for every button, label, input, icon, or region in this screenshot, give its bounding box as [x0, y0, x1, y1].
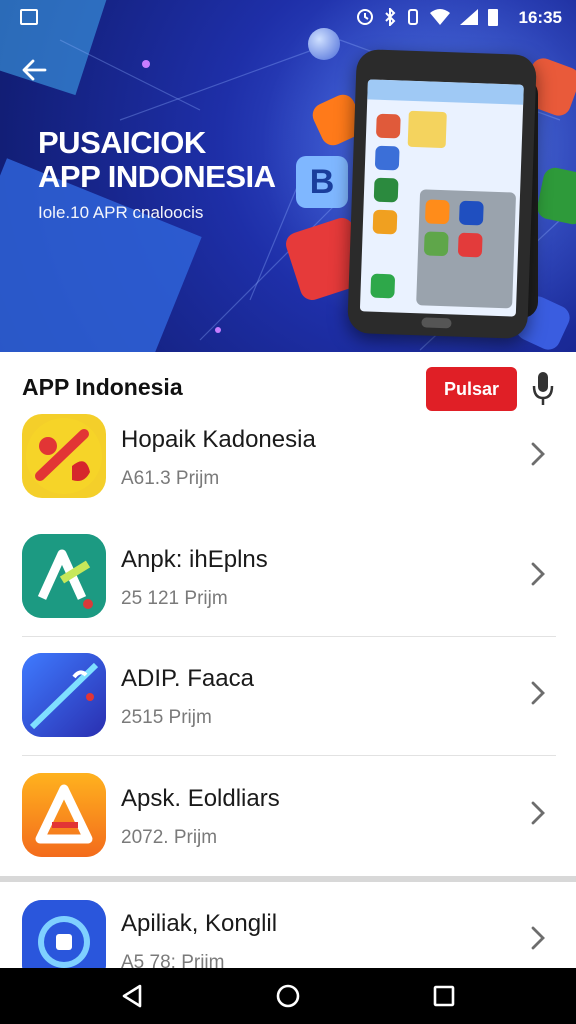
app-meta: 25 121 Prijm — [121, 588, 228, 609]
row-divider — [22, 755, 556, 756]
phone-illustration — [347, 48, 537, 340]
status-time: 16:35 — [518, 8, 562, 27]
arrow-left-icon — [22, 59, 47, 81]
phone-home-button — [421, 317, 452, 329]
hero-title-line: PUSAICIOK — [38, 125, 206, 160]
chevron-right-icon — [530, 679, 552, 709]
alarm-icon — [357, 9, 373, 25]
back-button[interactable] — [16, 52, 52, 88]
recents-square-icon[interactable] — [424, 978, 464, 1014]
app-name: Anpk: ihEplns — [121, 546, 268, 573]
phone-screen — [359, 79, 524, 317]
chevron-right-icon — [530, 560, 552, 590]
teal-a-icon — [22, 534, 106, 618]
app-meta: A5 78: Prijm — [121, 952, 225, 968]
blue-ring-icon — [22, 900, 106, 968]
section-separator — [0, 876, 576, 882]
wifi-icon — [430, 9, 450, 25]
status-icons — [356, 8, 498, 26]
signal-icon — [460, 9, 478, 25]
app-meta: 2072. Prijm — [121, 827, 218, 848]
hero-subtitle: Iole.10 APR cnaloocis — [38, 203, 204, 222]
app-name: Hopaik Kadonesia — [121, 426, 316, 453]
hero-banner: B PUSAICIOK APP INDONESIA Iole.10 APR cn… — [0, 0, 576, 352]
section-header: APP Indonesia Pulsar — [0, 352, 576, 418]
status-bar: 16:35 — [0, 0, 576, 36]
back-triangle-icon[interactable] — [112, 978, 152, 1014]
system-navigation-bar — [0, 968, 576, 1024]
notification-icon — [20, 9, 38, 25]
app-name: Apiliak, Konglil — [121, 910, 278, 937]
microphone-icon[interactable] — [530, 370, 556, 408]
hero-title-line: APP INDONESIA — [38, 159, 276, 194]
red-percent-yellow-icon — [22, 414, 106, 498]
app-name: Apsk. Eoldliars — [121, 785, 280, 812]
chevron-right-icon — [530, 440, 552, 470]
battery-icon — [488, 8, 498, 26]
vibrate-icon — [408, 9, 418, 25]
section-title: APP Indonesia — [22, 374, 183, 400]
hero-title: PUSAICIOK APP INDONESIA — [38, 126, 276, 194]
b-app-tile: B — [296, 156, 348, 208]
orange-a-icon — [22, 773, 106, 857]
chevron-right-icon — [530, 924, 552, 954]
blue-brush-icon — [22, 653, 106, 737]
pulsar-button[interactable]: Pulsar — [426, 367, 517, 411]
bluetooth-icon — [385, 8, 396, 26]
home-circle-icon[interactable] — [268, 978, 308, 1014]
list-item[interactable]: ADIP. Faaca 2515 Prijm — [0, 637, 576, 756]
app-name: ADIP. Faaca — [121, 665, 254, 692]
list-item[interactable]: Apiliak, Konglil A5 78: Prijm — [0, 884, 576, 968]
list-item[interactable]: Anpk: ihEplns 25 121 Prijm — [0, 518, 576, 637]
list-item[interactable]: Apsk. Eoldliars 2072. Prijm — [0, 757, 576, 876]
app-meta: 2515 Prijm — [121, 707, 212, 728]
app-meta: A61.3 Prijm — [121, 468, 220, 489]
chevron-right-icon — [530, 799, 552, 829]
